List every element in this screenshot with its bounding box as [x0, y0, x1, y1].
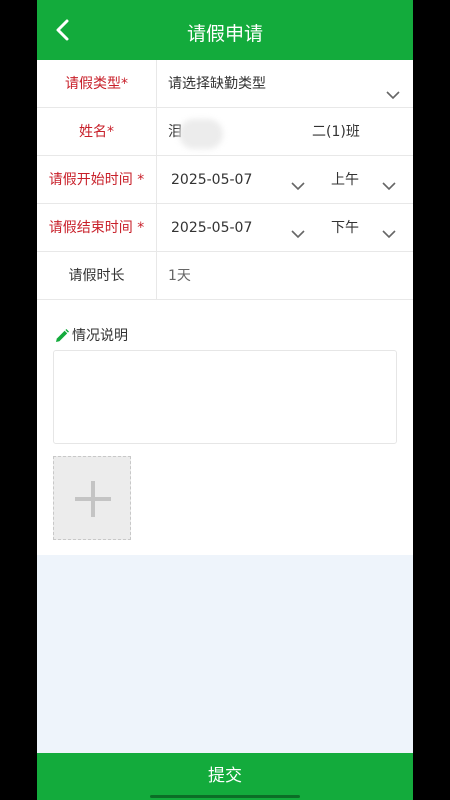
name-row: 姓名* 泪 二(1)班 — [37, 108, 413, 156]
class-name: 二(1)班 — [312, 124, 360, 140]
name-label: 姓名* — [37, 108, 157, 156]
pencil-icon — [56, 329, 69, 342]
duration-label: 请假时长 — [37, 252, 157, 300]
add-photo-button[interactable] — [53, 456, 131, 540]
submit-button[interactable]: 提交 — [37, 753, 413, 800]
chevron-down-icon[interactable] — [291, 181, 305, 191]
duration-value: 1天 — [168, 268, 191, 284]
start-date-select[interactable]: 2025-05-07 — [171, 156, 252, 204]
name-redaction-blur — [179, 119, 223, 149]
leave-type-select[interactable]: 请选择缺勤类型 — [168, 60, 266, 108]
chevron-down-icon[interactable] — [382, 229, 396, 239]
page-title: 请假申请 — [186, 23, 263, 45]
leave-application-screen: 请假申请 请假类型* 请选择缺勤类型 姓名* 泪 二(1)班 请假开始时间 * … — [37, 0, 413, 800]
chevron-down-icon[interactable] — [382, 181, 396, 191]
start-period-select[interactable]: 上午 — [331, 156, 359, 204]
leave-type-row[interactable]: 请假类型* 请选择缺勤类型 — [37, 60, 413, 108]
leave-type-label: 请假类型* — [37, 60, 157, 108]
chevron-down-icon[interactable] — [291, 229, 305, 239]
end-time-row: 请假结束时间 * 2025-05-07 下午 — [37, 204, 413, 252]
header-bar: 请假申请 — [37, 0, 413, 60]
remarks-label: 情况说明 — [72, 328, 128, 344]
start-time-row: 请假开始时间 * 2025-05-07 上午 — [37, 156, 413, 204]
end-period-select[interactable]: 下午 — [331, 204, 359, 252]
start-time-label: 请假开始时间 * — [37, 156, 157, 204]
plus-icon — [75, 481, 111, 517]
chevron-down-icon[interactable] — [386, 90, 400, 100]
duration-row: 请假时长 1天 — [37, 252, 413, 300]
remarks-textarea[interactable] — [53, 350, 397, 444]
end-date-select[interactable]: 2025-05-07 — [171, 204, 252, 252]
home-indicator — [150, 795, 300, 798]
leave-form: 请假类型* 请选择缺勤类型 姓名* 泪 二(1)班 请假开始时间 * 2025-… — [37, 60, 413, 555]
end-time-label: 请假结束时间 * — [37, 204, 157, 252]
